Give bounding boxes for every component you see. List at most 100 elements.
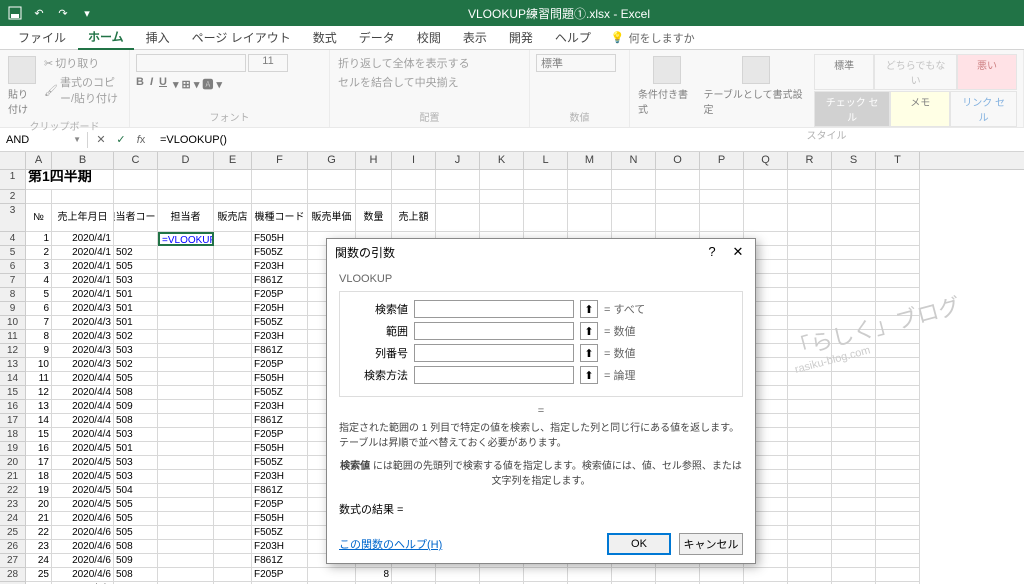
cell[interactable]: F505Z bbox=[252, 456, 308, 470]
cell[interactable]: 503 bbox=[114, 274, 158, 288]
cell[interactable] bbox=[788, 540, 832, 554]
cell[interactable]: 24 bbox=[26, 554, 52, 568]
cell[interactable]: 508 bbox=[114, 414, 158, 428]
cell[interactable]: 2020/4/3 bbox=[52, 358, 114, 372]
cell[interactable] bbox=[788, 246, 832, 260]
row-header[interactable]: 6 bbox=[0, 260, 26, 274]
cell[interactable]: 第1四半期 bbox=[26, 170, 114, 190]
row-header[interactable]: 22 bbox=[0, 484, 26, 498]
cell[interactable] bbox=[788, 232, 832, 246]
cell[interactable]: F505Z bbox=[252, 386, 308, 400]
col-header[interactable]: T bbox=[876, 152, 920, 169]
cell[interactable] bbox=[832, 484, 876, 498]
cell[interactable]: F205P bbox=[252, 428, 308, 442]
cell[interactable] bbox=[214, 484, 252, 498]
chevron-down-icon[interactable]: ▼ bbox=[73, 135, 81, 144]
row-header[interactable]: 14 bbox=[0, 372, 26, 386]
cell[interactable] bbox=[214, 190, 252, 204]
range-selector-icon[interactable]: ⬆ bbox=[580, 322, 598, 340]
cell[interactable]: F203H bbox=[252, 260, 308, 274]
cell[interactable]: 2020/4/5 bbox=[52, 470, 114, 484]
cell[interactable]: F205P bbox=[252, 358, 308, 372]
cell[interactable] bbox=[832, 400, 876, 414]
cell[interactable] bbox=[700, 204, 744, 232]
arg-input-2[interactable] bbox=[414, 344, 574, 362]
cell[interactable] bbox=[158, 330, 214, 344]
cell[interactable] bbox=[158, 170, 214, 190]
cell[interactable]: 2020/4/1 bbox=[52, 288, 114, 302]
cell[interactable] bbox=[158, 274, 214, 288]
cell[interactable] bbox=[158, 260, 214, 274]
help-icon[interactable]: ? bbox=[703, 244, 721, 260]
cell[interactable]: 2020/4/4 bbox=[52, 428, 114, 442]
cell[interactable]: 2 bbox=[26, 246, 52, 260]
cell[interactable] bbox=[788, 414, 832, 428]
cell[interactable]: 4 bbox=[26, 274, 52, 288]
col-header[interactable]: L bbox=[524, 152, 568, 169]
row-header[interactable]: 26 bbox=[0, 540, 26, 554]
col-header[interactable]: K bbox=[480, 152, 524, 169]
cell[interactable]: 3 bbox=[26, 260, 52, 274]
row-header[interactable]: 12 bbox=[0, 344, 26, 358]
cell[interactable]: 2020/4/4 bbox=[52, 372, 114, 386]
cell[interactable] bbox=[832, 170, 876, 190]
cell[interactable] bbox=[876, 302, 920, 316]
cell[interactable] bbox=[876, 330, 920, 344]
col-header[interactable]: D bbox=[158, 152, 214, 169]
col-header[interactable]: C bbox=[114, 152, 158, 169]
cell[interactable] bbox=[158, 372, 214, 386]
cell[interactable] bbox=[832, 246, 876, 260]
format-as-table-button[interactable]: テーブルとして書式設定 bbox=[702, 54, 811, 118]
cell[interactable] bbox=[214, 372, 252, 386]
cell[interactable] bbox=[876, 484, 920, 498]
cell[interactable] bbox=[788, 344, 832, 358]
cell[interactable] bbox=[158, 414, 214, 428]
cell[interactable] bbox=[612, 568, 656, 582]
cell[interactable]: 509 bbox=[114, 554, 158, 568]
cell[interactable] bbox=[744, 170, 788, 190]
cell[interactable]: F205P bbox=[252, 288, 308, 302]
cell[interactable] bbox=[832, 372, 876, 386]
menu-file[interactable]: ファイル bbox=[8, 26, 76, 49]
cell[interactable] bbox=[788, 400, 832, 414]
cell[interactable]: 2020/4/6 bbox=[52, 512, 114, 526]
cell[interactable] bbox=[158, 512, 214, 526]
cell[interactable] bbox=[656, 170, 700, 190]
cell[interactable]: 売上額 bbox=[392, 204, 436, 232]
cell[interactable]: 数量 bbox=[356, 204, 392, 232]
cell[interactable] bbox=[700, 568, 744, 582]
cell[interactable] bbox=[214, 386, 252, 400]
format-painter-button[interactable]: 🖌書式のコピー/貼り付け bbox=[42, 73, 123, 107]
cell[interactable] bbox=[568, 190, 612, 204]
col-header[interactable]: H bbox=[356, 152, 392, 169]
cell[interactable] bbox=[214, 456, 252, 470]
cell[interactable] bbox=[158, 554, 214, 568]
cell[interactable] bbox=[214, 260, 252, 274]
cell[interactable]: 505 bbox=[114, 260, 158, 274]
cell[interactable]: F505H bbox=[252, 372, 308, 386]
cell[interactable] bbox=[832, 204, 876, 232]
cell[interactable]: 505 bbox=[114, 512, 158, 526]
cell[interactable] bbox=[876, 358, 920, 372]
cell[interactable]: 21 bbox=[26, 512, 52, 526]
cell[interactable] bbox=[700, 170, 744, 190]
cell[interactable]: 501 bbox=[114, 316, 158, 330]
row-header[interactable]: 27 bbox=[0, 554, 26, 568]
menu-help[interactable]: ヘルプ bbox=[545, 26, 601, 49]
cell[interactable]: 2020/4/5 bbox=[52, 456, 114, 470]
cell[interactable] bbox=[788, 428, 832, 442]
cell[interactable] bbox=[214, 170, 252, 190]
cell[interactable] bbox=[876, 190, 920, 204]
cell[interactable]: 14 bbox=[26, 414, 52, 428]
row-header[interactable]: 17 bbox=[0, 414, 26, 428]
cell[interactable] bbox=[436, 204, 480, 232]
cell[interactable] bbox=[158, 484, 214, 498]
range-selector-icon[interactable]: ⬆ bbox=[580, 300, 598, 318]
cell[interactable] bbox=[832, 554, 876, 568]
col-header[interactable]: F bbox=[252, 152, 308, 169]
cell[interactable]: 売上年月日 bbox=[52, 204, 114, 232]
cell[interactable] bbox=[788, 372, 832, 386]
cell[interactable] bbox=[656, 190, 700, 204]
cell[interactable]: F505Z bbox=[252, 526, 308, 540]
cell[interactable] bbox=[788, 170, 832, 190]
